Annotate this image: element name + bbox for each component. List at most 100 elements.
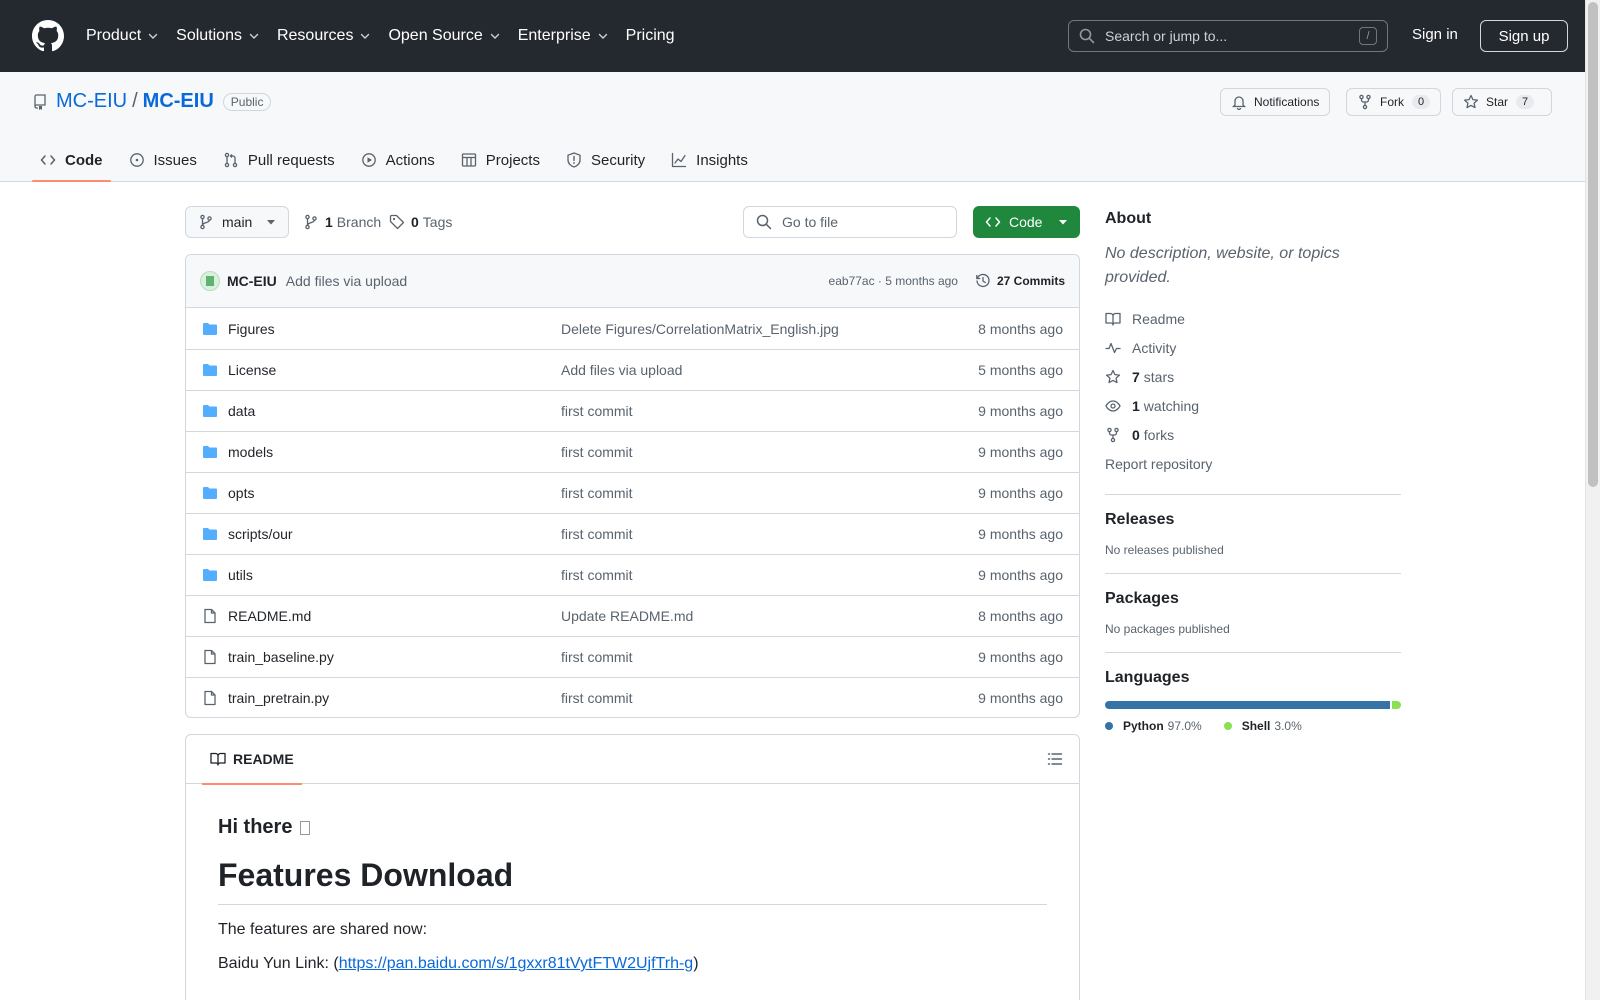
table-row[interactable]: train_baseline.py first commit 9 months ag…	[186, 636, 1079, 677]
file-commit-message[interactable]: Update README.md	[561, 608, 978, 624]
readme-link-label: Readme	[1132, 310, 1185, 327]
scrollbar-thumb[interactable]	[1588, 2, 1598, 487]
file-commit-message[interactable]: first commit	[561, 567, 978, 583]
readme-tab[interactable]: README	[202, 735, 302, 785]
file-commit-date: 9 months ago	[978, 567, 1063, 583]
folder-icon	[203, 364, 217, 376]
report-repository-link[interactable]: Report repository	[1105, 449, 1401, 478]
top-nav-product[interactable]: Product	[86, 27, 159, 45]
top-nav-enterprise[interactable]: Enterprise	[518, 27, 609, 45]
history-icon	[976, 273, 990, 288]
file-commit-message[interactable]: first commit	[561, 485, 978, 501]
search-input[interactable]: Search or jump to... /	[1068, 20, 1388, 52]
table-row[interactable]: data first commit 9 months ago	[186, 390, 1079, 431]
file-name-link[interactable]: License	[228, 362, 561, 378]
commit-message[interactable]: Add files via upload	[286, 273, 407, 289]
file-commit-message[interactable]: first commit	[561, 526, 978, 542]
file-name-link[interactable]: models	[228, 444, 561, 460]
table-row[interactable]: utils first commit 9 months ago	[186, 554, 1079, 595]
star-button[interactable]: Star 7	[1452, 88, 1552, 116]
language-item[interactable]: Python 97.0%	[1105, 719, 1202, 733]
stars-label: stars	[1143, 368, 1175, 385]
code-button[interactable]: Code	[973, 206, 1080, 238]
readme-link-line: Baidu Yun Link: (https://pan.baidu.com/s…	[218, 955, 1047, 973]
file-name-link[interactable]: train_pretrain.py	[228, 690, 561, 706]
file-commit-message[interactable]: Delete Figures/CorrelationMatrix_English…	[561, 321, 978, 337]
top-nav-open-source[interactable]: Open Source	[388, 27, 500, 45]
language-name: Shell	[1241, 719, 1271, 733]
language-item[interactable]: Shell 3.0%	[1223, 719, 1302, 733]
tab-pull-requests[interactable]: Pull requests	[215, 138, 343, 182]
table-row[interactable]: License Add files via upload 5 months ago	[186, 349, 1079, 390]
file-commit-message[interactable]: first commit	[561, 649, 978, 665]
releases-title[interactable]: Releases	[1105, 511, 1401, 529]
tab-security[interactable]: Security	[558, 138, 653, 182]
branch-icon	[200, 214, 212, 230]
file-commit-message[interactable]: first commit	[561, 444, 978, 460]
file-name-link[interactable]: scripts/our	[228, 526, 561, 542]
notifications-button[interactable]: Notifications	[1220, 88, 1331, 116]
fork-button[interactable]: Fork 0	[1346, 88, 1442, 116]
bell-icon	[1231, 96, 1247, 110]
baidu-link[interactable]: https://pan.baidu.com/s/1gxxr81tVytFTW2U…	[339, 955, 694, 972]
page-scrollbar[interactable]	[1585, 0, 1600, 1000]
file-commit-message[interactable]: Add files via upload	[561, 362, 978, 378]
readme-link[interactable]: Readme	[1105, 304, 1401, 333]
sign-up-button[interactable]: Sign up	[1480, 20, 1568, 52]
watchers-link[interactable]: 1 watching	[1105, 391, 1401, 420]
pulse-icon	[1105, 342, 1121, 353]
code-icon	[40, 155, 56, 165]
top-nav-label: Resources	[276, 27, 354, 44]
file-list: MC-EIU Add files via upload eab77ac · 5 …	[185, 254, 1080, 718]
divider	[1105, 573, 1401, 574]
table-row[interactable]: train_pretrain.py first commit 9 months ag…	[186, 677, 1079, 717]
tab-projects[interactable]: Projects	[453, 138, 548, 182]
tag-label: Tags	[422, 214, 453, 230]
repo-name-link[interactable]: MC-EIU	[143, 90, 214, 113]
avatar[interactable]	[200, 271, 220, 291]
repo-owner-link[interactable]: MC-EIU	[56, 90, 127, 113]
sign-in-link[interactable]: Sign in	[1412, 26, 1458, 43]
table-row[interactable]: Figures Delete Figures/CorrelationMatrix_…	[186, 308, 1079, 349]
top-nav-resources[interactable]: Resources	[277, 27, 371, 45]
file-name-link[interactable]: opts	[228, 485, 561, 501]
tags-link[interactable]: 0 Tags	[389, 214, 452, 230]
file-name-link[interactable]: Figures	[228, 321, 561, 337]
file-name-link[interactable]: train_baseline.py	[228, 649, 561, 665]
stars-link[interactable]: 7 stars	[1105, 362, 1401, 391]
file-commit-message[interactable]: first commit	[561, 403, 978, 419]
go-to-file-input[interactable]: Go to file	[743, 206, 957, 238]
star-icon	[1105, 369, 1121, 383]
file-name-link[interactable]: README.md	[228, 608, 561, 624]
file-commit-date: 9 months ago	[978, 526, 1063, 542]
table-row[interactable]: README.md Update README.md 8 months ago	[186, 595, 1079, 636]
tab-insights[interactable]: Insights	[663, 138, 756, 182]
activity-link[interactable]: Activity	[1105, 333, 1401, 362]
github-logo-icon[interactable]	[32, 20, 64, 52]
tab-label: Security	[590, 151, 646, 169]
commits-link[interactable]: 27 Commits	[975, 273, 1065, 289]
tab-label: Actions	[385, 151, 435, 169]
top-nav-pricing[interactable]: Pricing	[626, 27, 675, 45]
forks-link[interactable]: 0 forks	[1105, 420, 1401, 449]
file-name-link[interactable]: data	[228, 403, 561, 419]
table-row[interactable]: opts first commit 9 months ago	[186, 472, 1079, 513]
language-name: Python	[1123, 719, 1164, 733]
branch-select-button[interactable]: main	[185, 206, 289, 238]
visibility-badge: Public	[222, 92, 272, 111]
top-nav-solutions[interactable]: Solutions	[176, 27, 260, 45]
file-commit-message[interactable]: first commit	[561, 690, 978, 706]
packages-title[interactable]: Packages	[1105, 590, 1401, 608]
file-name-link[interactable]: utils	[228, 567, 561, 583]
commit-hash-time[interactable]: eab77ac · 5 months ago	[829, 274, 958, 288]
table-row[interactable]: models first commit 9 months ago	[186, 431, 1079, 472]
branches-link[interactable]: 1 Branch	[303, 214, 381, 230]
releases-text: No releases published	[1105, 543, 1224, 557]
tab-label: Issues	[153, 151, 197, 169]
tab-issues[interactable]: Issues	[121, 138, 205, 182]
commit-author[interactable]: MC-EIU	[227, 273, 277, 289]
table-row[interactable]: scripts/our first commit 9 months ago	[186, 513, 1079, 554]
list-outline-icon[interactable]	[1047, 751, 1063, 767]
tab-code[interactable]: Code	[32, 138, 111, 182]
tab-actions[interactable]: Actions	[353, 138, 443, 182]
